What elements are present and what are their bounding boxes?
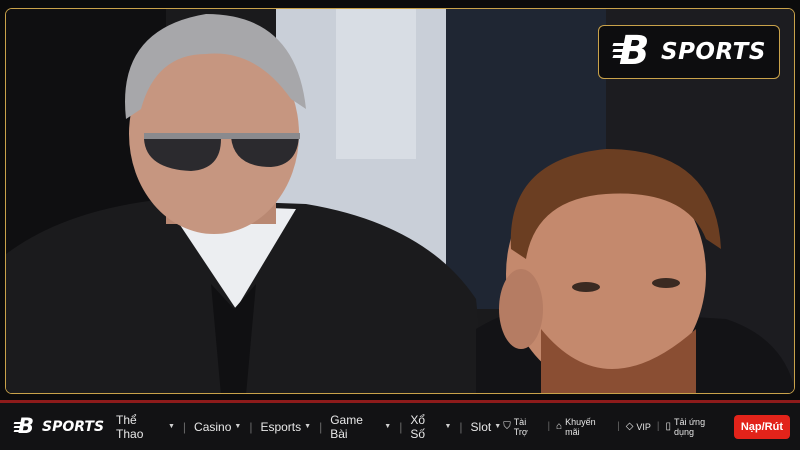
main-menu: Thể Thao ▼ | Casino ▼ | Esports ▼ | Game Bà… xyxy=(114,413,503,441)
utility-links: ⛉ Tài Trợ | ⌂ Khuyến mãi | ◇ VIP | ▯ Tải… xyxy=(503,414,791,439)
menu-item-slot[interactable]: Slot ▼ xyxy=(469,420,504,434)
menu-item-esports[interactable]: Esports ▼ xyxy=(258,420,313,434)
menu-item-casino[interactable]: Casino ▼ xyxy=(192,420,243,434)
menu-item-game-bai[interactable]: Game Bài ▼ xyxy=(328,413,393,441)
bottom-navbar: B SPORTS Thể Thao ▼ | Casino ▼ | Esports ▼ … xyxy=(0,400,800,450)
menu-divider: | xyxy=(182,419,187,434)
link-tai-ung-dung[interactable]: ▯ Tải ứng dụng xyxy=(666,417,726,437)
tag-icon: ⌂ xyxy=(556,421,563,432)
brand-name: SPORTS xyxy=(661,39,766,65)
diamond-icon: ◇ xyxy=(625,421,634,432)
chevron-down-icon: ▼ xyxy=(304,423,312,430)
link-khuyen-mai[interactable]: ⌂ Khuyến mãi xyxy=(556,417,611,437)
menu-item-the-thao[interactable]: Thể Thao ▼ xyxy=(114,413,177,441)
link-vip[interactable]: ◇ VIP xyxy=(626,421,651,432)
menu-divider: | xyxy=(399,419,403,434)
nav-logo-text: SPORTS xyxy=(42,418,105,435)
brand-logo-icon: B xyxy=(612,29,653,73)
menu-divider: | xyxy=(249,419,253,434)
brand-badge: B SPORTS xyxy=(598,25,780,79)
deposit-withdraw-button[interactable]: Nạp/Rút xyxy=(733,414,791,439)
chevron-down-icon: ▼ xyxy=(494,423,502,430)
menu-item-xo-so[interactable]: Xổ Số ▼ xyxy=(408,413,453,441)
menu-divider: | xyxy=(459,419,463,434)
phone-icon: ▯ xyxy=(665,421,672,432)
chevron-down-icon: ▼ xyxy=(444,423,452,430)
chevron-down-icon: ▼ xyxy=(384,423,392,430)
chevron-down-icon: ▼ xyxy=(167,423,175,430)
hero-photo: B SPORTS xyxy=(5,8,795,394)
link-divider: | xyxy=(617,421,620,432)
nav-logo[interactable]: B SPORTS xyxy=(13,414,105,438)
chevron-down-icon: ▼ xyxy=(234,423,242,430)
nav-logo-icon: B xyxy=(13,414,38,438)
link-tai-tro[interactable]: ⛉ Tài Trợ xyxy=(503,417,541,437)
link-divider: | xyxy=(656,421,660,432)
shield-icon: ⛉ xyxy=(503,421,511,432)
link-divider: | xyxy=(547,421,551,432)
menu-divider: | xyxy=(319,419,323,434)
